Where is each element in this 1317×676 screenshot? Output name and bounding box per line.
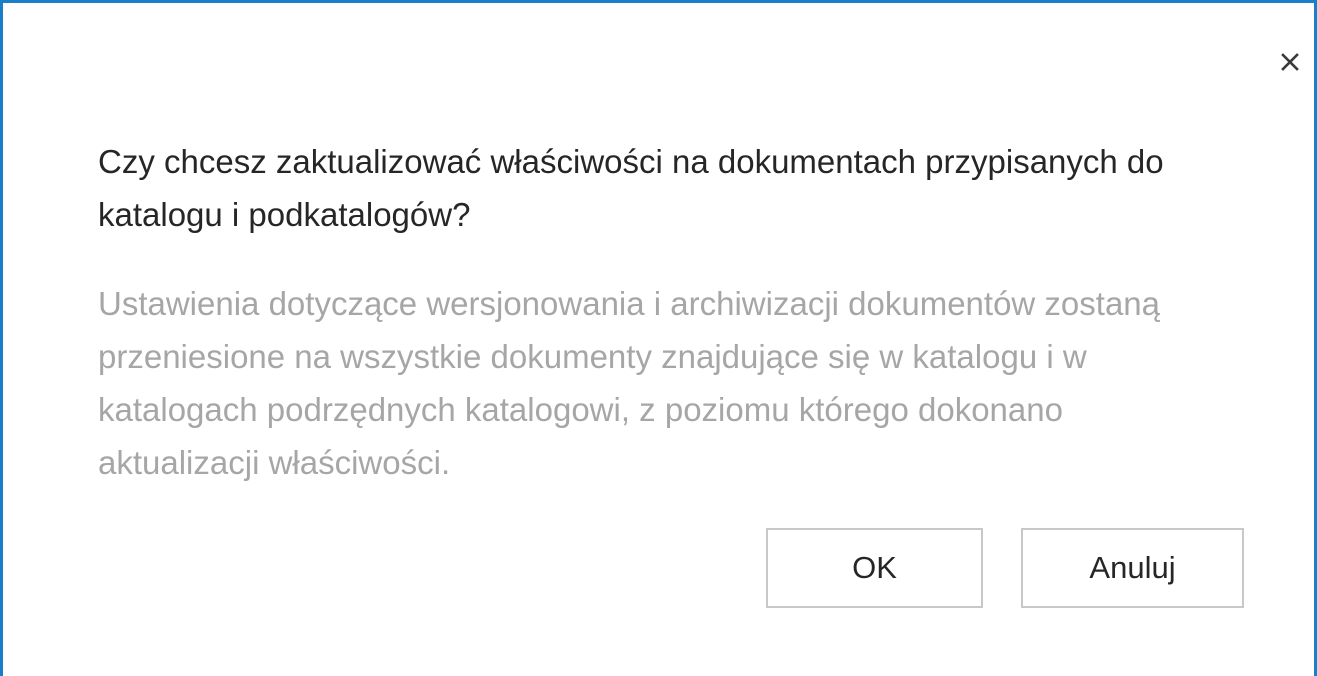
dialog-title: Czy chcesz zaktualizować właściwości na … [98,143,1164,233]
dialog-message: Ustawienia dotyczące wersjonowania i arc… [98,285,1161,481]
close-icon [1281,53,1299,71]
cancel-button[interactable]: Anuluj [1021,528,1244,608]
close-button[interactable] [1271,43,1309,81]
confirmation-dialog: Czy chcesz zaktualizować właściwości na … [0,0,1317,676]
ok-button[interactable]: OK [766,528,983,608]
